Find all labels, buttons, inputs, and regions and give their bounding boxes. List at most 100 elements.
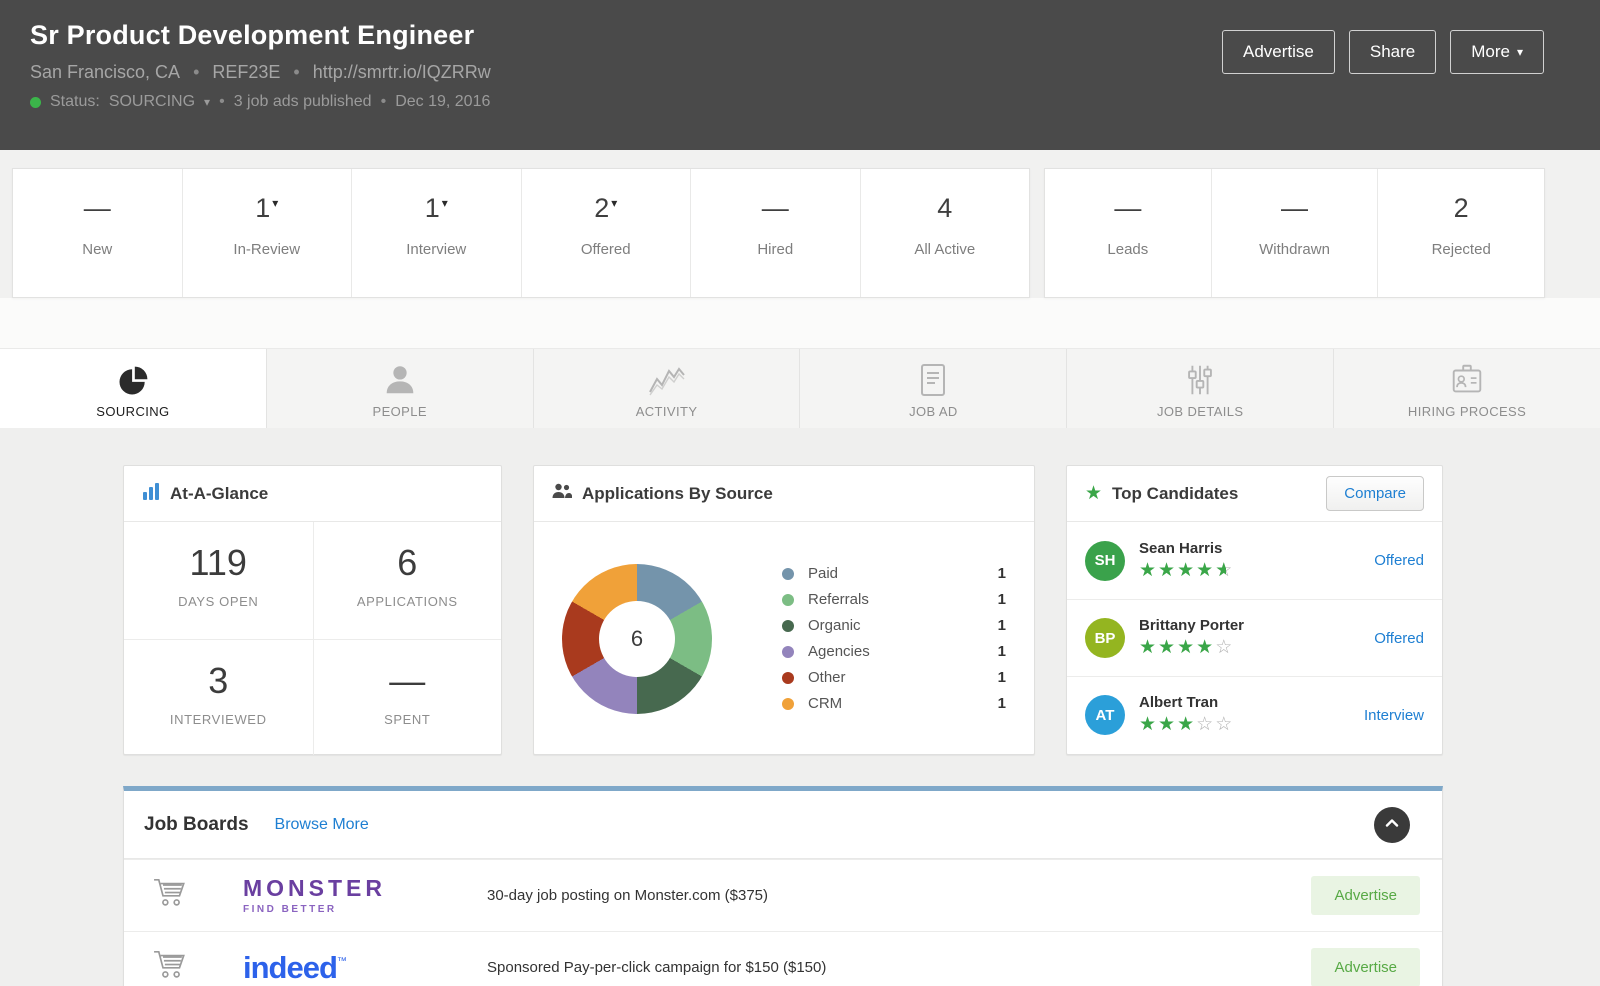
chevron-up-icon bbox=[1382, 813, 1402, 836]
job-location: San Francisco, CA bbox=[30, 62, 180, 83]
document-icon bbox=[915, 359, 951, 399]
advertise-button-label: Advertise bbox=[1243, 42, 1314, 62]
share-button[interactable]: Share bbox=[1349, 30, 1436, 74]
stat-applications: 6 APPLICATIONS bbox=[313, 522, 502, 639]
stat-label: DAYS OPEN bbox=[124, 594, 313, 609]
stage-label: Rejected bbox=[1378, 241, 1544, 258]
stat-spent: — SPENT bbox=[313, 639, 502, 756]
job-short-url[interactable]: http://smrtr.io/IQZRRw bbox=[313, 62, 491, 83]
stat-label: SPENT bbox=[314, 712, 502, 727]
summary-cards-row: At-A-Glance 119 DAYS OPEN 6 APPLICATIONS… bbox=[123, 465, 1443, 755]
stage-label: New bbox=[13, 241, 182, 258]
tab-people[interactable]: PEOPLE bbox=[266, 349, 533, 428]
advertise-button[interactable]: Advertise bbox=[1222, 30, 1335, 74]
sourcing-tab-content: At-A-Glance 119 DAYS OPEN 6 APPLICATIONS… bbox=[0, 428, 1600, 986]
person-icon bbox=[381, 359, 419, 399]
stat-value: 119 bbox=[124, 542, 313, 584]
card-title: Top Candidates bbox=[1112, 484, 1238, 504]
tab-sourcing[interactable]: SOURCING bbox=[0, 349, 266, 428]
pipeline-stage-interview[interactable]: 1▾ Interview bbox=[351, 169, 521, 297]
stage-value: 4 bbox=[937, 193, 952, 223]
stat-days-open: 119 DAYS OPEN bbox=[124, 522, 313, 639]
legend-count: 1 bbox=[998, 565, 1006, 582]
advertise-monster-button[interactable]: Advertise bbox=[1311, 876, 1420, 915]
pipeline-group-inactive: — Leads — Withdrawn 2 Rejected bbox=[1044, 168, 1545, 298]
legend-dot bbox=[782, 698, 794, 710]
cart-icon bbox=[151, 949, 193, 986]
status-dropdown[interactable]: SOURCING bbox=[109, 93, 195, 111]
pipeline-stage-rejected[interactable]: 2 Rejected bbox=[1377, 169, 1544, 297]
tab-activity[interactable]: ACTIVITY bbox=[533, 349, 800, 428]
compare-button[interactable]: Compare bbox=[1326, 476, 1424, 511]
pipeline-stage-hired[interactable]: — Hired bbox=[690, 169, 860, 297]
donut-total: 6 bbox=[599, 601, 675, 677]
tab-label: SOURCING bbox=[96, 404, 169, 419]
legend-label: Agencies bbox=[808, 643, 870, 660]
stat-value: 6 bbox=[314, 542, 502, 584]
legend-count: 1 bbox=[998, 695, 1006, 712]
pipeline-stage-all-active[interactable]: 4 All Active bbox=[860, 169, 1030, 297]
candidate-list: SH Sean Harris ★★★★☆★ Offered BP Brittan… bbox=[1067, 522, 1442, 753]
tab-label: ACTIVITY bbox=[636, 404, 698, 419]
tab-job-details[interactable]: JOB DETAILS bbox=[1066, 349, 1333, 428]
separator-dot: • bbox=[381, 93, 387, 111]
more-button[interactable]: More▾ bbox=[1450, 30, 1544, 74]
candidate-row-albert-tran[interactable]: AT Albert Tran ★★★☆☆ Interview bbox=[1067, 676, 1442, 753]
legend-label: CRM bbox=[808, 695, 842, 712]
job-ads-published: 3 job ads published bbox=[234, 93, 372, 111]
stage-label: In-Review bbox=[183, 241, 352, 258]
status-dot-icon bbox=[30, 97, 41, 108]
stat-value: — bbox=[314, 660, 502, 702]
legend-item-organic: Organic 1 bbox=[782, 613, 1006, 639]
sources-body: 6 Paid 1 Referrals 1 bbox=[534, 522, 1034, 755]
separator-dot: • bbox=[193, 62, 199, 83]
status-label: Status: bbox=[50, 93, 100, 111]
indeed-logo: indeed™ bbox=[243, 952, 475, 983]
avatar: AT bbox=[1085, 695, 1125, 735]
legend-count: 1 bbox=[998, 669, 1006, 686]
collapse-panel-button[interactable] bbox=[1374, 807, 1410, 843]
pipeline-stage-offered[interactable]: 2▾ Offered bbox=[521, 169, 691, 297]
browse-more-link[interactable]: Browse More bbox=[275, 816, 369, 834]
job-board-description: Sponsored Pay-per-click campaign for $15… bbox=[487, 959, 826, 976]
stage-value: 2 bbox=[1454, 193, 1469, 223]
legend-dot bbox=[782, 646, 794, 658]
applications-donut: 6 bbox=[562, 564, 712, 714]
tab-hiring-process[interactable]: HIRING PROCESS bbox=[1333, 349, 1600, 428]
stage-value: — bbox=[762, 193, 789, 223]
candidate-row-brittany-porter[interactable]: BP Brittany Porter ★★★★☆ Offered bbox=[1067, 599, 1442, 676]
caret-down-icon: ▾ bbox=[1517, 45, 1523, 59]
top-candidates-card: ★ Top Candidates Compare SH Sean Harris … bbox=[1066, 465, 1443, 755]
trademark-symbol: ™ bbox=[337, 956, 347, 967]
job-subtitle: San Francisco, CA • REF23E • http://smrt… bbox=[30, 62, 491, 83]
monster-wordmark: MONSTER bbox=[243, 875, 386, 901]
pipeline-stage-leads[interactable]: — Leads bbox=[1045, 169, 1211, 297]
activity-sparkline-icon bbox=[647, 359, 687, 399]
pipeline-stage-withdrawn[interactable]: — Withdrawn bbox=[1211, 169, 1378, 297]
candidate-status-link[interactable]: Interview bbox=[1364, 707, 1424, 724]
candidate-status-link[interactable]: Offered bbox=[1374, 630, 1424, 647]
legend-dot bbox=[782, 620, 794, 632]
stage-value: — bbox=[1281, 193, 1308, 223]
job-dashboard-page: Sr Product Development Engineer San Fran… bbox=[0, 0, 1600, 986]
legend-count: 1 bbox=[998, 591, 1006, 608]
stat-label: APPLICATIONS bbox=[314, 594, 502, 609]
tab-job-ad[interactable]: JOB AD bbox=[799, 349, 1066, 428]
job-header-info: Sr Product Development Engineer San Fran… bbox=[30, 20, 491, 150]
stage-label: Hired bbox=[691, 241, 860, 258]
job-board-description: 30-day job posting on Monster.com ($375) bbox=[487, 887, 768, 904]
candidate-row-sean-harris[interactable]: SH Sean Harris ★★★★☆★ Offered bbox=[1067, 522, 1442, 599]
candidate-status-link[interactable]: Offered bbox=[1374, 552, 1424, 569]
star-icon: ★ bbox=[1085, 482, 1102, 505]
tab-label: JOB DETAILS bbox=[1157, 404, 1244, 419]
pipeline-stage-in-review[interactable]: 1▾ In-Review bbox=[182, 169, 352, 297]
legend-dot bbox=[782, 672, 794, 684]
star-rating: ★★★☆☆ bbox=[1139, 714, 1234, 736]
advertise-indeed-button[interactable]: Advertise bbox=[1311, 948, 1420, 986]
job-board-row-monster: MONSTER FIND BETTER 30-day job posting o… bbox=[124, 859, 1442, 931]
bar-chart-icon bbox=[142, 482, 160, 505]
applications-by-source-card: Applications By Source 6 Paid 1 bbox=[533, 465, 1035, 755]
stat-label: INTERVIEWED bbox=[124, 712, 313, 727]
star-rating: ★★★★☆ bbox=[1139, 637, 1244, 659]
pipeline-stage-new[interactable]: — New bbox=[13, 169, 182, 297]
